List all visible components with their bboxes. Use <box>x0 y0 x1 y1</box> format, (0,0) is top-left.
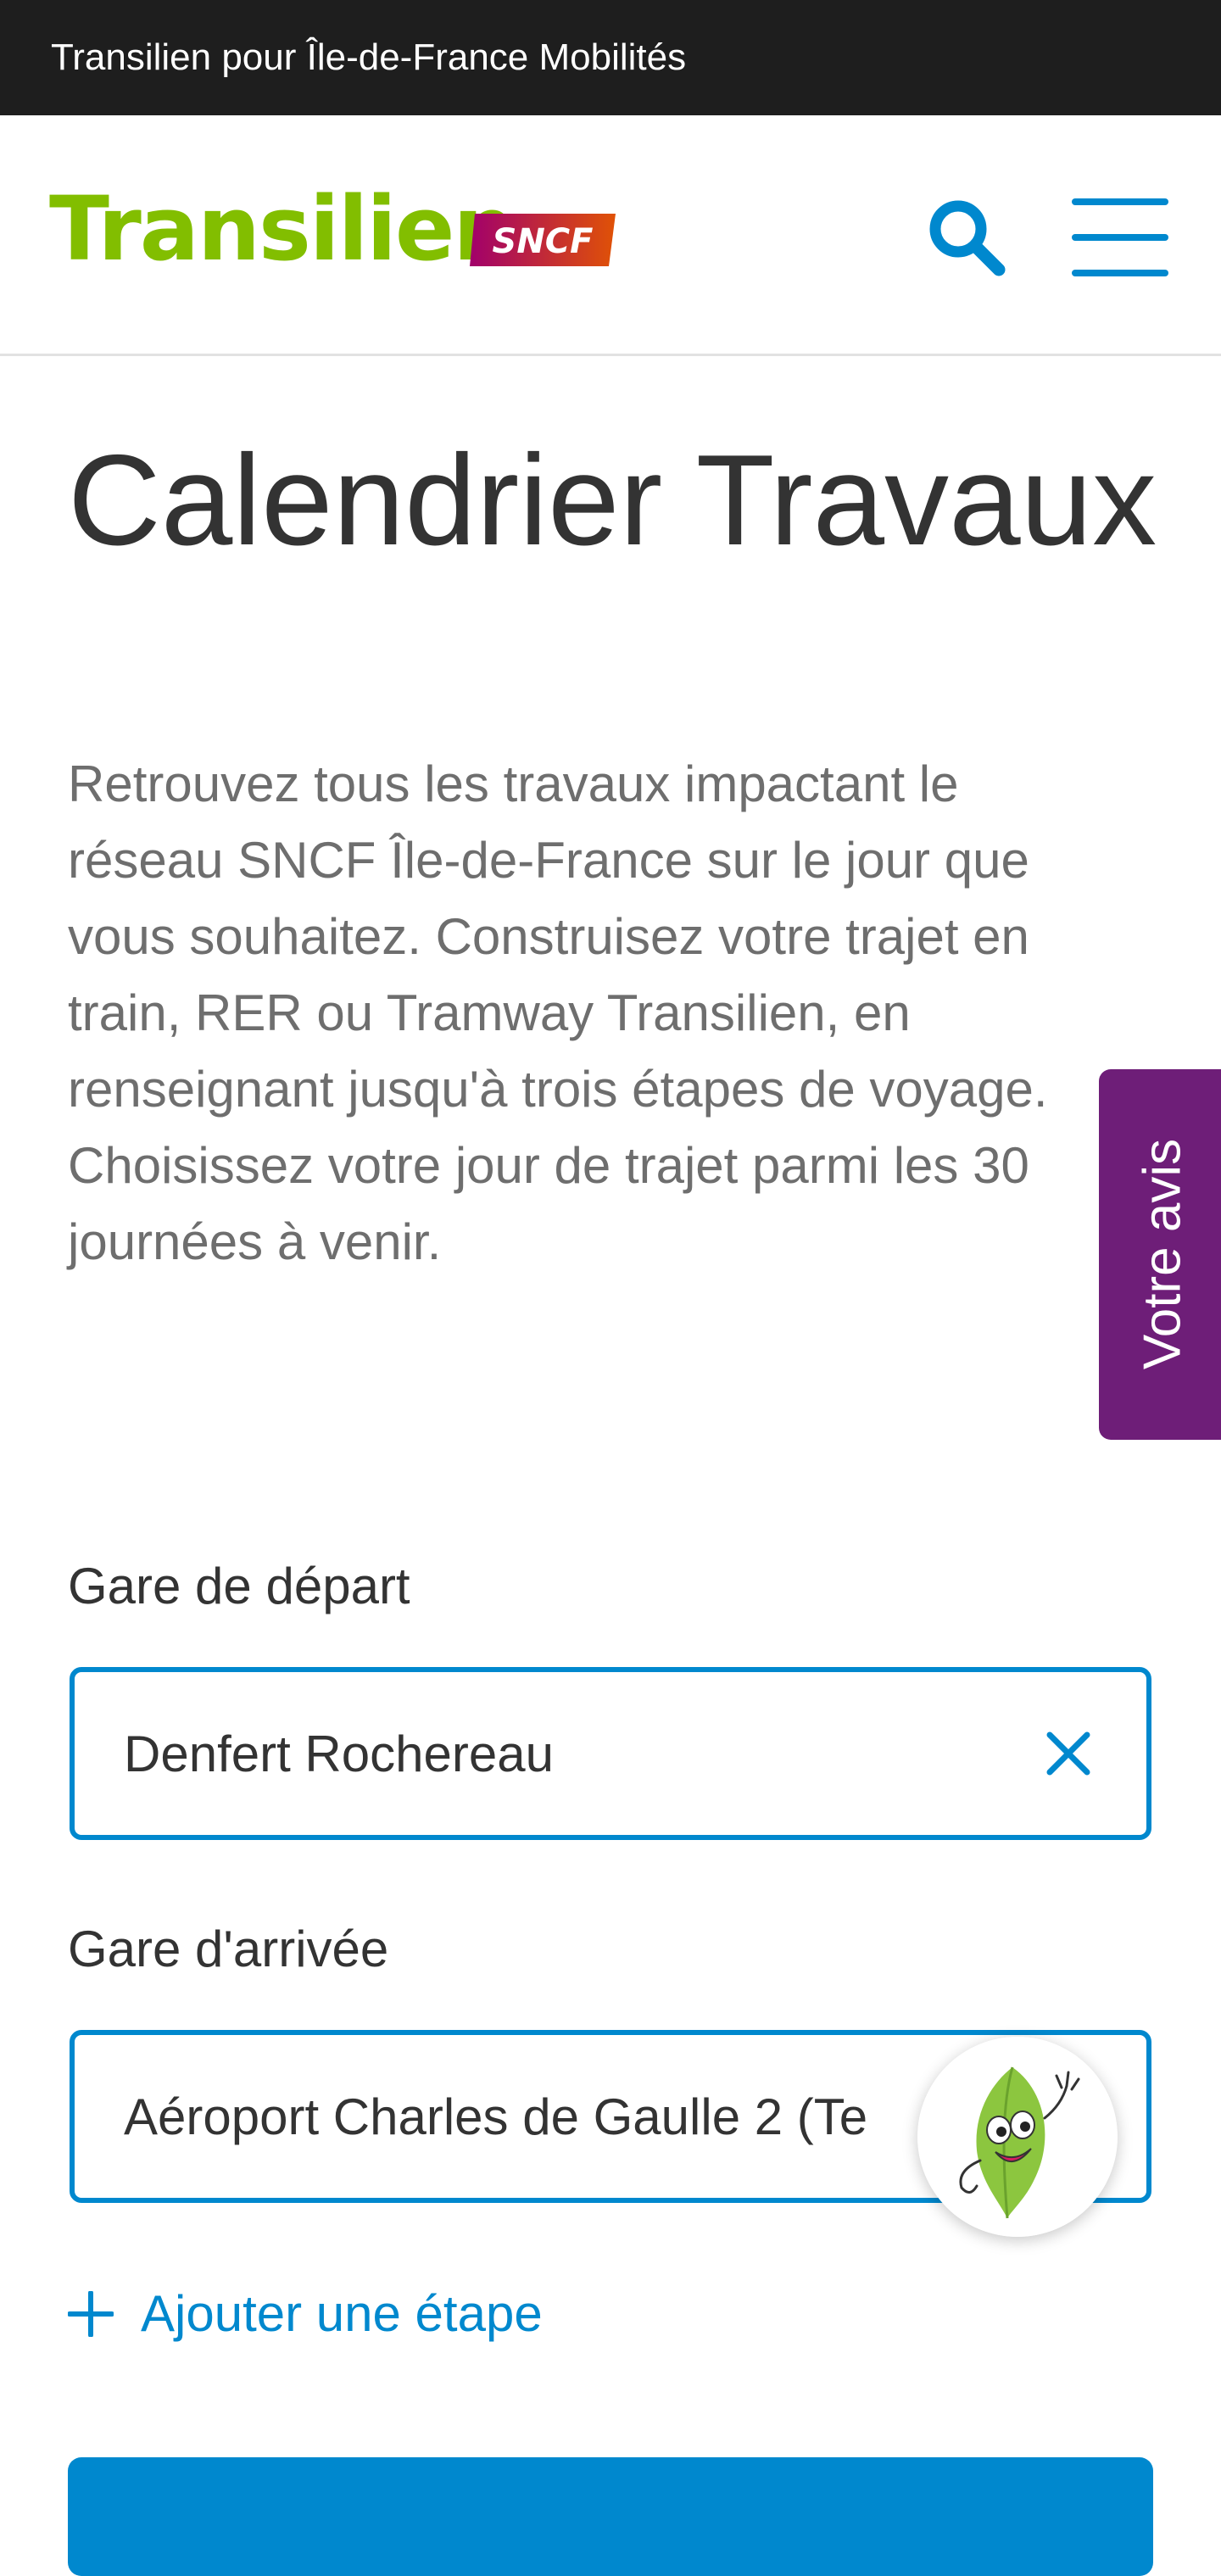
transilien-logo[interactable]: Transilien SNCF <box>49 161 616 297</box>
submit-button[interactable] <box>68 2457 1153 2576</box>
leaf-mascot-icon[interactable] <box>917 2037 1118 2237</box>
sncf-logo-icon: SNCF <box>470 214 616 266</box>
departure-station-input[interactable]: Denfert Rochereau <box>70 1667 1151 1840</box>
departure-station-value: Denfert Rochereau <box>124 1725 554 1782</box>
logo-wordmark: Transilien <box>49 177 516 281</box>
page-title: Calendrier Travaux <box>68 428 1157 572</box>
top-banner: Transilien pour Île-de-France Mobilités <box>0 0 1221 115</box>
svg-text:SNCF: SNCF <box>493 222 594 261</box>
intro-text: Retrouvez tous les travaux impactant le … <box>68 756 1048 1270</box>
hamburger-menu-icon[interactable] <box>1070 190 1170 285</box>
site-header: Transilien SNCF <box>0 115 1221 356</box>
add-step-label: Ajouter une étape <box>141 2285 543 2342</box>
feedback-tab[interactable]: Votre avis <box>1099 1069 1221 1440</box>
feedback-tab-label: Votre avis <box>1133 1138 1192 1370</box>
close-icon[interactable] <box>1041 1726 1096 1781</box>
plus-icon <box>68 2290 114 2337</box>
top-banner-text: Transilien pour Île-de-France Mobilités <box>51 36 687 78</box>
departure-label: Gare de départ <box>68 1558 410 1614</box>
arrival-label: Gare d'arrivée <box>68 1921 389 1977</box>
add-step-button[interactable]: Ajouter une étape <box>68 2284 543 2343</box>
search-icon[interactable] <box>924 195 1009 280</box>
